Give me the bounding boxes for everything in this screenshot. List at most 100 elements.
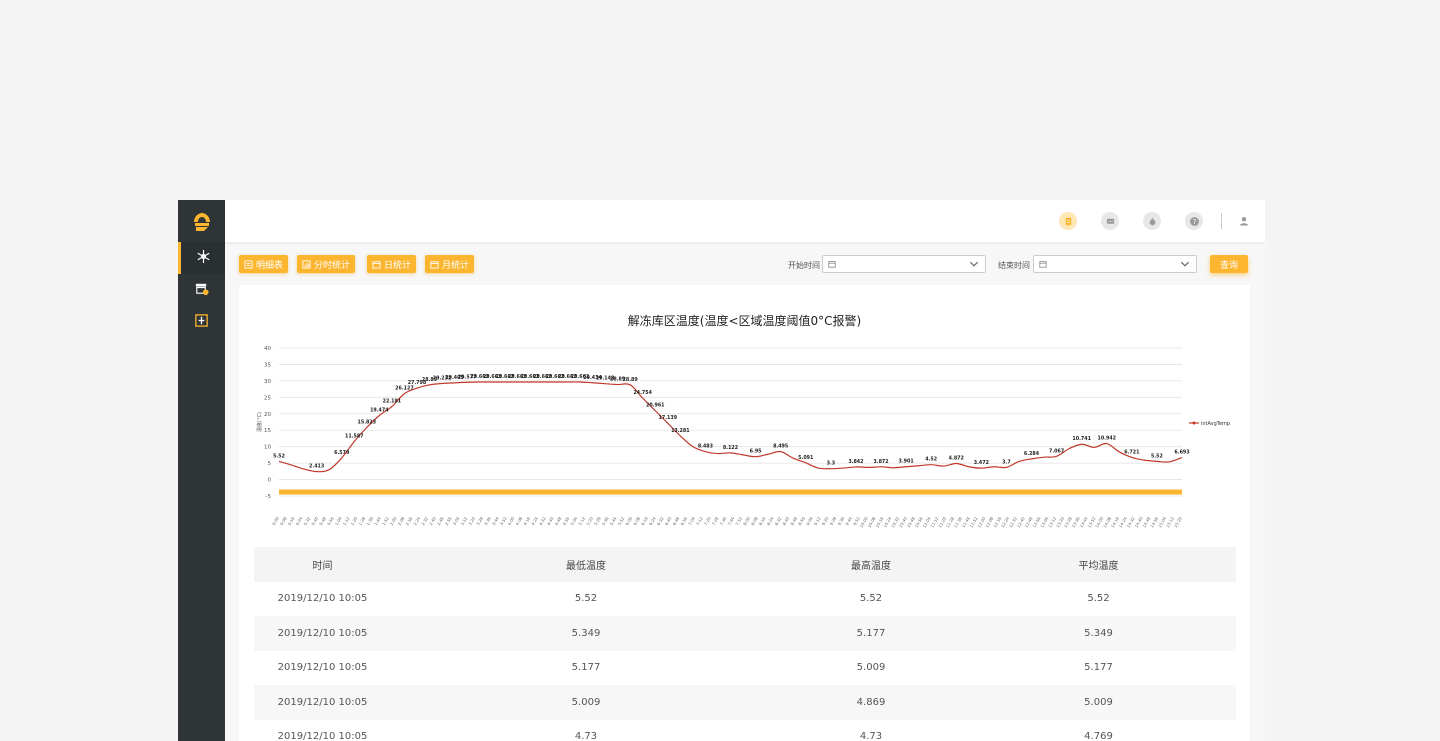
column-header: 最低温度 (566, 560, 606, 572)
hourly-stats-label: 分时统计 (314, 260, 351, 271)
data-label: 17.139 (659, 415, 678, 421)
data-label: 3.3 (827, 461, 836, 467)
table-cell: 5.009 (856, 662, 886, 674)
start-time-label: 开始时间 (788, 261, 820, 270)
monthly-stats-button[interactable]: 月统计 (425, 255, 475, 273)
start-time-field[interactable] (822, 255, 986, 273)
y-tick-label: 5 (268, 461, 272, 467)
table-row: 2019/12/10 10:05 5.52 5.52 5.52 (254, 582, 1236, 617)
data-label: 13.281 (671, 428, 690, 434)
money-bag-icon[interactable] (1143, 212, 1161, 230)
sidebar-item-temp[interactable] (178, 306, 225, 338)
series-line (278, 381, 1183, 473)
data-label: 8.483 (698, 444, 713, 450)
sidebar-item-store[interactable] (178, 274, 225, 306)
y-tick-label: 40 (264, 346, 271, 352)
legend-marker (1192, 421, 1196, 425)
data-label: 22.181 (383, 399, 402, 405)
data-label: 4.52 (925, 457, 937, 463)
y-tick-label: -5 (266, 494, 272, 500)
data-label: 3.872 (873, 459, 888, 465)
table-cell: 4.869 (856, 696, 886, 708)
data-label: 8.495 (773, 444, 788, 450)
y-tick-label: 35 (264, 362, 271, 368)
table-cell: 5.349 (571, 627, 601, 639)
y-tick-label: 20 (264, 412, 271, 418)
sidebar-item-thaw[interactable] (178, 242, 225, 274)
data-label: 24.754 (633, 390, 652, 396)
table-cell: 2019/12/10 10:05 (277, 696, 368, 708)
table-cell: 5.177 (571, 662, 601, 674)
help-icon[interactable]: ? (1185, 212, 1203, 230)
column-header: 时间 (312, 560, 333, 572)
header-divider (1221, 213, 1222, 229)
table-cell: 5.177 (856, 627, 886, 639)
table-cell: 5.349 (1084, 627, 1113, 639)
list-icon (244, 259, 253, 269)
data-label: 3.7 (1002, 459, 1011, 465)
table-cell: 2019/12/10 10:05 (277, 593, 368, 605)
column-header: 最高温度 (851, 560, 891, 572)
temperature-line-chart: -5 0 5 10 15 20 25 30 35 40 温度(°C) 5.52 2.413 6.579 11… (256, 346, 1230, 529)
data-label: 6.693 (1174, 450, 1189, 456)
report-icon[interactable] (1059, 212, 1077, 230)
x-tick-label: 15:20 (1173, 516, 1183, 529)
data-label: 28.89 (623, 377, 639, 383)
table-cell: 2019/12/10 10:05 (277, 627, 368, 639)
table-header-row: 时间 最低温度 最高温度 平均温度 (254, 547, 1236, 582)
query-button[interactable]: 查询 (1210, 255, 1248, 273)
top-header: ? (225, 200, 1265, 242)
data-label: 11.587 (345, 433, 364, 439)
table-cell: 2019/12/10 10:05 (277, 662, 368, 674)
table-cell: 5.52 (574, 593, 598, 605)
store-warning-icon (194, 281, 209, 300)
temperature-table: 时间 最低温度 最高温度 平均温度 2019/12/10 10:05 5.52 … (254, 547, 1236, 741)
y-tick-label: 30 (264, 379, 271, 385)
column-header: 平均温度 (1078, 560, 1119, 572)
data-label: 3.901 (898, 459, 913, 465)
data-label: 20.961 (646, 403, 665, 409)
hourly-stats-button[interactable]: 分时统计 (297, 255, 356, 273)
data-label: 26.127 (395, 386, 414, 392)
calendar-icon (430, 260, 439, 269)
table-row: 2019/12/10 10:05 4.73 4.73 4.769 (254, 720, 1236, 741)
daily-stats-label: 日统计 (384, 260, 412, 271)
data-label: 4.872 (949, 456, 964, 462)
end-time-field[interactable] (1033, 255, 1197, 273)
data-label: 6.95 (750, 449, 762, 455)
chevron-down-icon (1180, 261, 1190, 267)
detail-button[interactable]: 明细表 (239, 255, 289, 273)
table-cell: 5.177 (1084, 662, 1113, 674)
data-label: 6.579 (334, 450, 350, 456)
data-label: 6.284 (1024, 451, 1040, 457)
message-icon[interactable] (1101, 212, 1119, 230)
data-label: 10.942 (1097, 436, 1116, 442)
table-cell: 2019/12/10 10:05 (277, 731, 368, 741)
data-label: 7.067 (1049, 448, 1064, 454)
data-label: 8.122 (723, 445, 738, 451)
data-label: 5.52 (273, 453, 285, 459)
svg-text:?: ? (1192, 217, 1196, 226)
calendar-icon (828, 261, 836, 268)
detail-button-label: 明细表 (256, 260, 284, 271)
daily-stats-button[interactable]: 日统计 (367, 255, 417, 273)
y-tick-label: 15 (264, 428, 271, 434)
chevron-down-icon (969, 261, 979, 267)
calendar-icon (1039, 261, 1047, 268)
thermometer-box-icon (194, 313, 209, 332)
logo-icon (190, 210, 214, 234)
y-tick-label: 25 (264, 395, 271, 401)
legend-label: intAvgTemp (1201, 421, 1230, 427)
data-label: 5.52 (1151, 453, 1163, 459)
table-cell: 5.52 (1087, 593, 1110, 605)
table-row: 2019/12/10 10:05 5.009 4.869 5.009 (254, 685, 1236, 720)
data-label: 3.842 (848, 459, 863, 465)
table-row: 2019/12/10 10:05 5.177 5.009 5.177 (254, 651, 1236, 686)
data-label: 6.721 (1124, 449, 1139, 455)
table-cell: 4.769 (1084, 731, 1113, 741)
data-label: 5.091 (798, 455, 813, 461)
user-icon[interactable] (1235, 212, 1253, 230)
table-cell: 5.009 (1084, 696, 1113, 708)
app-window: ? 明细表 分时统计 日统计 月统计 开始时间 结束时间 查询 解冻库区温度(温… (178, 200, 1265, 741)
threshold-band (279, 489, 1182, 495)
